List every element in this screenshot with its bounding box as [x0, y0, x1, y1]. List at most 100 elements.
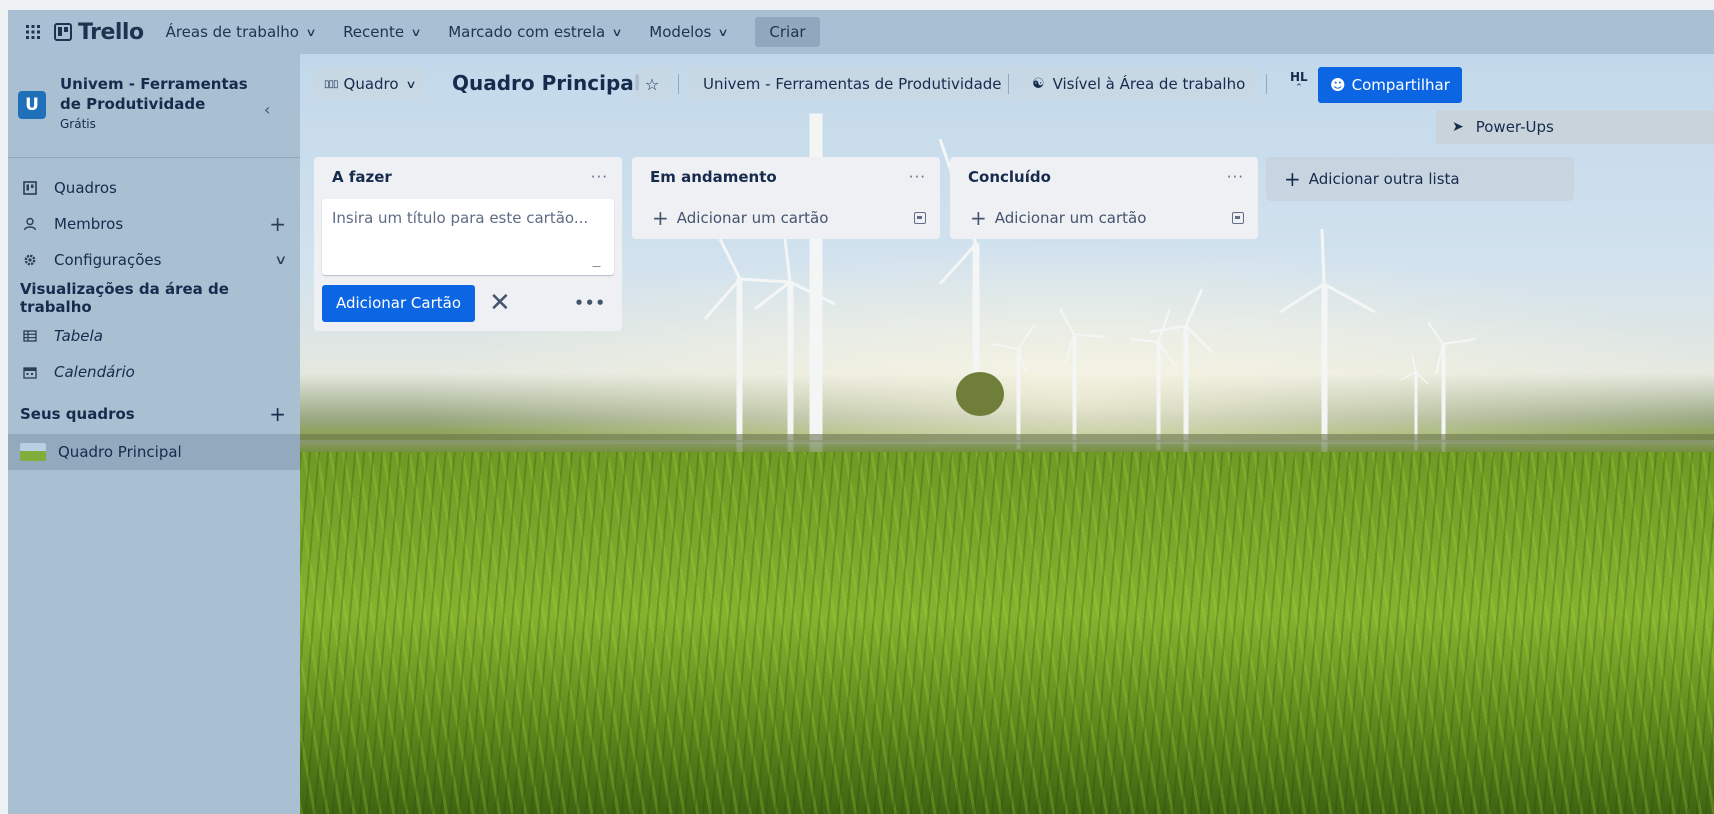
- calendar-icon: [22, 364, 38, 380]
- list-menu-icon[interactable]: ···: [1227, 168, 1244, 186]
- close-icon[interactable]: ✕: [489, 290, 511, 316]
- add-person-icon: ☻: [1330, 76, 1346, 94]
- add-board-icon[interactable]: +: [269, 402, 286, 426]
- add-list-label: Adicionar outra lista: [1308, 170, 1460, 188]
- app-frame: Trello Áreas de trabalho ∨ Recente ∨ Marca…: [8, 10, 1714, 814]
- nav-workspaces-label: Áreas de trabalho: [165, 23, 299, 41]
- add-card-row[interactable]: + Adicionar um cartão: [632, 197, 940, 239]
- powerups-label: Power-Ups: [1475, 118, 1554, 136]
- list-todo: A fazer ··· Insira um título para este c…: [314, 157, 622, 331]
- board-view-icon: ▯▯▯: [324, 78, 338, 90]
- chevron-down-icon: ∨: [305, 25, 317, 39]
- workspace-plan: Grátis: [60, 117, 96, 131]
- board-view-label: Quadro: [343, 75, 399, 93]
- nav-recent[interactable]: Recente ∨: [343, 23, 422, 41]
- plus-icon: +: [1284, 167, 1301, 191]
- star-icon[interactable]: ☆: [634, 67, 670, 101]
- member-initials: HL: [1290, 70, 1308, 84]
- board-workspace-button[interactable]: Univem - Ferramentas de Produtividade: [689, 67, 1016, 101]
- header-divider: [1008, 74, 1009, 94]
- sidebar-item-table[interactable]: Tabela: [8, 318, 300, 354]
- list-title[interactable]: A fazer: [332, 168, 392, 186]
- sidebar-board-item[interactable]: Quadro Principal: [8, 434, 300, 470]
- workspace-name[interactable]: Univem - Ferramentas de Produtividade: [60, 74, 250, 114]
- card-template-icon[interactable]: [1232, 212, 1244, 224]
- card-title-placeholder: Insira um título para este cartão...: [332, 209, 589, 227]
- add-member-icon[interactable]: +: [269, 212, 286, 236]
- card-title-input[interactable]: Insira um título para este cartão...: [322, 199, 614, 275]
- workspace-views-heading: Visualizações da área de trabalho: [20, 280, 229, 316]
- compose-actions: Adicionar Cartão ✕ •••: [314, 275, 622, 331]
- list-header[interactable]: A fazer ···: [314, 157, 622, 197]
- table-icon: [22, 328, 38, 344]
- background-grass: [300, 452, 1714, 814]
- board-canvas: ▯▯▯ Quadro ∨ Quadro Principal ☆ Univem -…: [300, 54, 1714, 814]
- nav-templates[interactable]: Modelos ∨: [649, 23, 730, 41]
- board-visibility-label: Visível à Área de trabalho: [1052, 75, 1246, 93]
- trello-logo-text: Trello: [78, 19, 144, 45]
- board-visibility-button[interactable]: ☯ Visível à Área de trabalho: [1020, 67, 1258, 101]
- trello-logo[interactable]: Trello: [54, 20, 144, 45]
- nav-templates-label: Modelos: [649, 23, 712, 41]
- sidebar-item-label: Membros: [54, 215, 124, 233]
- member-avatar[interactable]: HL ⌃: [1290, 70, 1308, 93]
- collapse-sidebar-icon[interactable]: ‹: [264, 100, 270, 119]
- your-boards-heading: Seus quadros +: [8, 394, 300, 434]
- sidebar-item-label: Tabela: [54, 327, 103, 345]
- app-switcher-icon[interactable]: [22, 21, 44, 43]
- plus-icon: +: [652, 206, 669, 230]
- add-card-button[interactable]: Adicionar Cartão: [322, 284, 475, 322]
- sidebar-item-boards[interactable]: Quadros: [8, 170, 300, 206]
- list-done: Concluído ··· + Adicionar um cartão: [950, 157, 1258, 239]
- workspace-avatar[interactable]: U: [18, 91, 46, 119]
- chevron-down-icon[interactable]: ∨: [275, 253, 288, 268]
- nav-workspaces[interactable]: Áreas de trabalho ∨: [165, 23, 317, 41]
- people-icon: ☯: [1032, 76, 1045, 92]
- top-navigation: Trello Áreas de trabalho ∨ Recente ∨ Marca…: [8, 10, 1714, 54]
- sidebar-board-label: Quadro Principal: [58, 443, 182, 461]
- board-view-switcher[interactable]: ▯▯▯ Quadro ∨: [314, 67, 425, 101]
- list-title[interactable]: Em andamento: [650, 168, 777, 186]
- share-button[interactable]: ☻ Compartilhar: [1318, 67, 1462, 103]
- board-header: ▯▯▯ Quadro ∨ Quadro Principal ☆ Univem -…: [300, 54, 1714, 154]
- header-divider: [678, 74, 679, 94]
- sidebar-item-label: Configurações: [54, 251, 162, 269]
- add-card-label: Adicionar um cartão: [994, 209, 1147, 227]
- header-divider: [1266, 74, 1267, 94]
- chevron-down-icon: ∨: [404, 77, 417, 91]
- board-thumbnail: [20, 443, 46, 461]
- workspace-info: Univem - Ferramentas de Produtividade Gr…: [60, 74, 250, 131]
- sidebar: U Univem - Ferramentas de Produtividade …: [8, 54, 300, 814]
- list-menu-icon[interactable]: ···: [591, 168, 608, 186]
- sidebar-item-label: Calendário: [54, 363, 135, 381]
- powerups-button[interactable]: ➤ Power-Ups: [1436, 110, 1714, 144]
- nav-starred[interactable]: Marcado com estrela ∨: [448, 23, 623, 41]
- board-title[interactable]: Quadro Principal: [452, 71, 641, 95]
- add-list-button[interactable]: + Adicionar outra lista: [1266, 157, 1574, 201]
- more-options-icon[interactable]: •••: [574, 294, 606, 312]
- chevron-down-icon: ∨: [717, 25, 730, 39]
- sidebar-item-calendar[interactable]: Calendário: [8, 354, 300, 390]
- list-title[interactable]: Concluído: [968, 168, 1051, 186]
- list-menu-icon[interactable]: ···: [909, 168, 926, 186]
- nav-starred-label: Marcado com estrela: [448, 23, 606, 41]
- sidebar-item-members[interactable]: Membros +: [8, 206, 300, 242]
- share-label: Compartilhar: [1351, 76, 1450, 94]
- resize-handle-icon[interactable]: [592, 259, 608, 267]
- list-header[interactable]: Concluído ···: [950, 157, 1258, 197]
- chevron-down-icon: ∨: [611, 25, 623, 39]
- admin-chevron-icon: ⌃: [1295, 83, 1303, 93]
- person-icon: [22, 216, 38, 232]
- list-header[interactable]: Em andamento ···: [632, 157, 940, 197]
- plus-icon: +: [970, 206, 987, 230]
- add-card-row[interactable]: + Adicionar um cartão: [950, 197, 1258, 239]
- list-in-progress: Em andamento ··· + Adicionar um cartão: [632, 157, 940, 239]
- sidebar-item-settings[interactable]: Configurações ∨: [8, 242, 300, 278]
- create-button[interactable]: Criar: [755, 17, 820, 47]
- sidebar-item-label: Quadros: [54, 179, 117, 197]
- chevron-down-icon: ∨: [410, 25, 422, 39]
- card-template-icon[interactable]: [914, 212, 926, 224]
- your-boards-label: Seus quadros: [20, 405, 135, 423]
- board-icon: [22, 180, 38, 196]
- workspace-header: U Univem - Ferramentas de Produtividade …: [8, 54, 300, 158]
